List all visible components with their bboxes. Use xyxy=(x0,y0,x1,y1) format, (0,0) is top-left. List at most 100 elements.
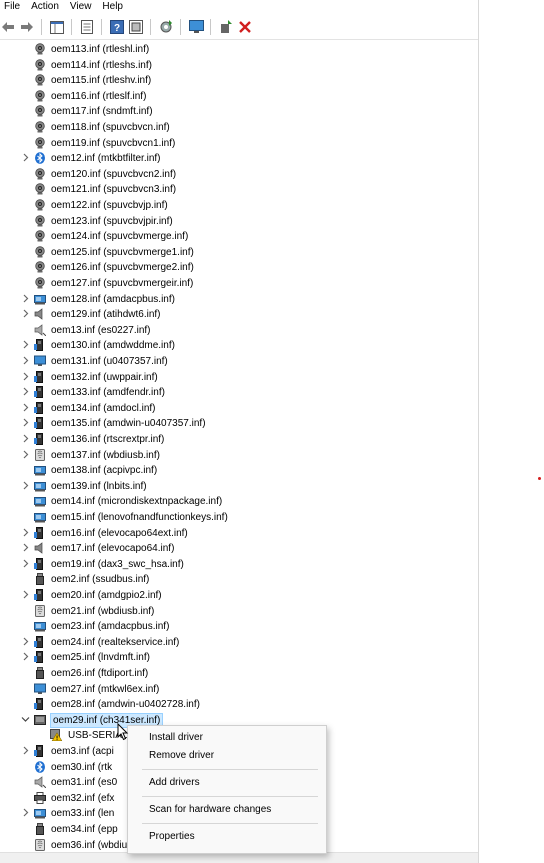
webcam-icon xyxy=(34,105,46,117)
audio-device-icon xyxy=(34,324,47,337)
tree-item[interactable]: oem119.inf (spuvcbvcn1.inf) xyxy=(0,136,478,152)
tree-item-label: oem13.inf (es0227.inf) xyxy=(51,324,151,336)
tree-item[interactable]: oem129.inf (atihdwt6.inf) xyxy=(0,307,478,323)
tree-item-label: oem124.inf (spuvcbvmerge.inf) xyxy=(51,231,189,243)
tree-item[interactable]: oem24.inf (realtekservice.inf) xyxy=(0,635,478,651)
tree-item[interactable]: oem14.inf (microndiskextnpackage.inf) xyxy=(0,494,478,510)
tree-item[interactable]: oem131.inf (u0407357.inf) xyxy=(0,354,478,370)
tree-item[interactable]: oem21.inf (wbdiusb.inf) xyxy=(0,604,478,620)
chevron-right-icon[interactable] xyxy=(20,558,30,572)
forward-arrow-icon[interactable] xyxy=(19,19,35,35)
show-hide-console-tree-icon[interactable] xyxy=(49,19,65,35)
tree-item[interactable]: oem15.inf (lenovofnandfunctionkeys.inf) xyxy=(0,510,478,526)
back-arrow-icon[interactable] xyxy=(0,19,16,35)
chevron-right-icon[interactable] xyxy=(20,417,30,431)
chevron-right-icon[interactable] xyxy=(20,386,30,400)
port-icon xyxy=(34,714,46,726)
tree-item[interactable]: oem120.inf (spuvcbvcn2.inf) xyxy=(0,167,478,183)
tree-item-label: oem28.inf (amdwin-u0402728.inf) xyxy=(51,699,200,711)
tree-item[interactable]: oem132.inf (uwppair.inf) xyxy=(0,370,478,386)
chevron-right-icon[interactable] xyxy=(20,152,30,166)
tree-item[interactable]: oem118.inf (spuvcbvcn.inf) xyxy=(0,120,478,136)
tree-item[interactable]: oem16.inf (elevocapo64ext.inf) xyxy=(0,526,478,542)
tree-item[interactable]: oem115.inf (rtleshv.inf) xyxy=(0,73,478,89)
tree-item-label: oem125.inf (spuvcbvmerge1.inf) xyxy=(51,246,194,258)
tree-item[interactable]: oem117.inf (sndmft.inf) xyxy=(0,104,478,120)
chevron-right-icon[interactable] xyxy=(20,371,30,385)
chevron-right-icon[interactable] xyxy=(20,745,30,759)
menu-file[interactable]: File xyxy=(0,0,27,14)
chevron-right-icon[interactable] xyxy=(20,480,30,494)
tree-item-label: oem117.inf (sndmft.inf) xyxy=(51,106,153,118)
tree-item-label: oem118.inf (spuvcbvcn.inf) xyxy=(51,122,170,133)
tree-item[interactable]: oem28.inf (amdwin-u0402728.inf) xyxy=(0,697,478,713)
tree-item[interactable]: oem26.inf (ftdiport.inf) xyxy=(0,666,478,682)
tree-item[interactable]: oem130.inf (amdwddme.inf) xyxy=(0,338,478,354)
scan-for-hardware-changes-menu-item[interactable]: Scan for hardware changes xyxy=(149,803,271,816)
chevron-right-icon[interactable] xyxy=(20,449,30,463)
chevron-right-icon[interactable] xyxy=(20,402,30,416)
chevron-right-icon[interactable] xyxy=(20,651,30,665)
speaker-icon xyxy=(34,308,46,320)
tree-item[interactable]: oem27.inf (mtkwl6ex.inf) xyxy=(0,682,478,698)
menu-help[interactable]: Help xyxy=(98,0,130,14)
tree-item[interactable]: oem121.inf (spuvcbvcn3.inf) xyxy=(0,182,478,198)
tree-item[interactable]: oem113.inf (rtleshl.inf) xyxy=(0,42,478,58)
tree-item[interactable]: oem126.inf (spuvcbvmerge2.inf) xyxy=(0,260,478,276)
tree-item[interactable]: oem136.inf (rtscrextpr.inf) xyxy=(0,432,478,448)
tree-item[interactable]: oem127.inf (spuvcbvmergeir.inf) xyxy=(0,276,478,292)
tree-item[interactable]: oem137.inf (wbdiusb.inf) xyxy=(0,448,478,464)
chevron-right-icon[interactable] xyxy=(20,589,30,603)
tree-item[interactable]: oem138.inf (acpivpc.inf) xyxy=(0,463,478,479)
tree-item[interactable]: oem25.inf (lnvdmft.inf) xyxy=(0,650,478,666)
properties-menu-item[interactable]: Properties xyxy=(149,830,195,843)
scan-hardware-icon[interactable] xyxy=(128,19,144,35)
remove-driver-menu-item[interactable]: Remove driver xyxy=(149,749,214,762)
tree-item-label: oem128.inf (amdacpbus.inf) xyxy=(51,293,175,305)
chevron-right-icon[interactable] xyxy=(20,527,30,541)
tree-item[interactable]: oem125.inf (spuvcbvmerge1.inf) xyxy=(0,245,478,261)
tree-item[interactable]: oem133.inf (amdfendr.inf) xyxy=(0,385,478,401)
properties-icon[interactable] xyxy=(79,19,95,35)
tree-item[interactable]: oem134.inf (amdocl.inf) xyxy=(0,401,478,417)
display-icon xyxy=(34,355,46,367)
chevron-right-icon[interactable] xyxy=(20,542,30,556)
chevron-right-icon[interactable] xyxy=(20,293,30,307)
tree-item[interactable]: oem122.inf (spuvcbvjp.inf) xyxy=(0,198,478,214)
toolbar-separator xyxy=(101,19,102,35)
tree-item[interactable]: oem114.inf (rtleshs.inf) xyxy=(0,58,478,74)
webcam-icon xyxy=(34,136,46,149)
delete-x-icon[interactable] xyxy=(237,19,253,35)
tree-item[interactable]: oem17.inf (elevocapo64.inf) xyxy=(0,541,478,557)
update-driver-icon[interactable] xyxy=(158,19,174,35)
tree-item[interactable]: oem124.inf (spuvcbvmerge.inf) xyxy=(0,229,478,245)
tree-item[interactable]: oem12.inf (mtkbtfilter.inf) xyxy=(0,151,478,167)
tree-item[interactable]: oem139.inf (lnbits.inf) xyxy=(0,479,478,495)
tree-item-label: oem2.inf (ssudbus.inf) xyxy=(51,574,150,586)
biometric-icon xyxy=(34,448,46,461)
tree-item[interactable]: oem135.inf (amdwin-u0407357.inf) xyxy=(0,416,478,432)
tree-item[interactable]: oem128.inf (amdacpbus.inf) xyxy=(0,292,478,308)
chevron-right-icon[interactable] xyxy=(20,636,30,650)
help-icon[interactable]: ? xyxy=(109,19,125,35)
tree-item[interactable]: oem23.inf (amdacpbus.inf) xyxy=(0,619,478,635)
chevron-right-icon[interactable] xyxy=(20,433,30,447)
chevron-right-icon[interactable] xyxy=(20,355,30,369)
chevron-right-icon[interactable] xyxy=(20,308,30,322)
chevron-down-icon[interactable] xyxy=(20,714,30,728)
chevron-right-icon[interactable] xyxy=(20,807,30,821)
menu-view[interactable]: View xyxy=(66,0,99,14)
tree-item[interactable]: oem13.inf (es0227.inf) xyxy=(0,323,478,339)
tree-item[interactable]: oem123.inf (spuvcbvjpir.inf) xyxy=(0,214,478,230)
add-drivers-menu-item[interactable]: Add drivers xyxy=(149,776,200,789)
tree-item[interactable]: oem2.inf (ssudbus.inf) xyxy=(0,572,478,588)
tree-item[interactable]: oem20.inf (amdgpio2.inf) xyxy=(0,588,478,604)
uninstall-device-icon[interactable] xyxy=(218,19,234,35)
menu-action[interactable]: Action xyxy=(27,0,66,14)
monitor-icon[interactable] xyxy=(188,19,204,35)
menu-separator xyxy=(142,823,318,824)
tree-item[interactable]: oem116.inf (rtleslf.inf) xyxy=(0,89,478,105)
tree-item[interactable]: oem19.inf (dax3_swc_hsa.inf) xyxy=(0,557,478,573)
install-driver-menu-item[interactable]: Install driver xyxy=(149,731,203,744)
chevron-right-icon[interactable] xyxy=(20,339,30,353)
